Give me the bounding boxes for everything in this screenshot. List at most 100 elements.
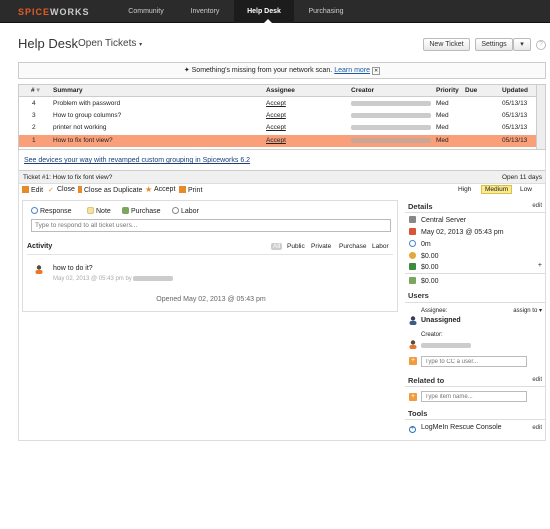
accept-link[interactable]: Accept: [266, 122, 286, 134]
panel-border: [18, 150, 19, 440]
duplicate-icon: [78, 186, 82, 193]
divider: [27, 254, 393, 255]
user-avatar-icon: [409, 316, 417, 327]
chevron-down-icon: ▾: [139, 42, 143, 48]
column-summary[interactable]: Summary: [53, 85, 83, 97]
tag-icon: [409, 263, 416, 270]
opened-date: Opened May 02, 2013 @ 05:43 pm: [156, 296, 266, 303]
tag-icon: [122, 207, 129, 214]
creator-redacted: [351, 110, 431, 122]
response-input[interactable]: [31, 219, 391, 232]
accept-action[interactable]: ★ Accept: [145, 186, 175, 194]
column-updated[interactable]: Updated: [502, 85, 528, 97]
ticket-view-dropdown[interactable]: Open Tickets ▾: [78, 38, 142, 49]
column-due[interactable]: Due: [465, 85, 477, 97]
tools-title: Tools: [408, 409, 428, 418]
ticket-actions-bar: Edit ✓ Close Close as Duplicate ★ Accept P…: [18, 184, 546, 197]
filter-private[interactable]: Private: [311, 243, 331, 250]
creator-redacted: [351, 122, 431, 134]
ticket-open-duration: Open 11 days: [502, 174, 542, 181]
close-duplicate-action[interactable]: Close as Duplicate: [78, 186, 142, 194]
tab-note[interactable]: Note: [87, 207, 111, 215]
nav-community[interactable]: Community: [116, 0, 176, 23]
detail-total-cost[interactable]: $0.00: [409, 277, 439, 285]
print-action[interactable]: Print: [179, 186, 202, 194]
assignee-value[interactable]: Unassigned: [421, 317, 461, 324]
money-icon: [409, 277, 416, 284]
user-avatar-icon: [35, 265, 43, 274]
nav-purchasing[interactable]: Purchasing: [296, 0, 356, 23]
detail-cost[interactable]: $0.00: [409, 252, 439, 260]
detail-due-date[interactable]: May 02, 2013 @ 05:43 pm: [409, 228, 504, 236]
author-redacted: [133, 276, 174, 281]
tab-response[interactable]: Response: [31, 207, 72, 215]
column-creator[interactable]: Creator: [351, 85, 374, 97]
priority-low[interactable]: Low: [520, 186, 532, 193]
creator-redacted: [351, 135, 431, 147]
divider: [405, 419, 546, 420]
speech-bubble-icon: [31, 207, 38, 214]
edit-action[interactable]: Edit: [22, 186, 43, 194]
creator-redacted: [351, 98, 431, 110]
column-priority[interactable]: Priority: [436, 85, 459, 97]
accept-link[interactable]: Accept: [266, 135, 286, 147]
tab-labor[interactable]: Labor: [172, 207, 199, 215]
calendar-icon: [409, 228, 416, 235]
tools-edit-link[interactable]: edit: [532, 425, 542, 431]
close-action[interactable]: ✓ Close: [48, 186, 75, 194]
sort-icon: ▾: [36, 87, 40, 94]
checkmark-icon: ✓: [48, 187, 54, 194]
table-scrollbar[interactable]: [536, 85, 545, 149]
table-row[interactable]: 4 Problem with password Accept Med 05/13…: [19, 98, 537, 110]
spiceworks-logo[interactable]: SPICEWORKS: [18, 7, 90, 17]
details-title: Details: [408, 202, 433, 211]
tab-purchase[interactable]: Purchase: [122, 207, 161, 215]
filter-labor[interactable]: Labor: [372, 243, 389, 250]
add-related-icon[interactable]: +: [409, 393, 417, 401]
close-icon[interactable]: ✕: [371, 67, 381, 75]
page-title: Help Desk: [18, 36, 78, 51]
settings-button[interactable]: Settings: [475, 38, 513, 51]
priority-high[interactable]: High: [458, 186, 471, 193]
column-num[interactable]: # ▾: [31, 85, 40, 97]
creator-redacted: [421, 342, 471, 349]
accept-link[interactable]: Accept: [266, 98, 286, 110]
detail-time[interactable]: 0m: [409, 240, 431, 248]
nav-inventory[interactable]: Inventory: [178, 0, 232, 23]
related-item-input[interactable]: [421, 391, 527, 402]
chevron-down-icon: ▾: [538, 308, 542, 314]
table-row-selected[interactable]: 1 How to fix font view? Accept Med 05/13…: [19, 135, 537, 147]
assign-to-dropdown[interactable]: assign to ▾: [513, 307, 542, 314]
user-avatar-icon: [409, 340, 417, 351]
filter-purchase[interactable]: Purchase: [339, 243, 366, 250]
help-icon[interactable]: ?: [536, 40, 546, 50]
printer-icon: [179, 186, 186, 193]
note-icon: [87, 207, 94, 214]
details-edit-link[interactable]: edit: [532, 203, 542, 209]
filter-public[interactable]: Public: [287, 243, 305, 250]
devices-promo-link[interactable]: See devices your way with revamped custo…: [24, 157, 250, 164]
table-row[interactable]: 3 How to group columns? Accept Med 05/13…: [19, 110, 537, 122]
learn-more-link[interactable]: Learn more: [334, 67, 370, 74]
settings-dropdown-button[interactable]: ▾: [513, 38, 531, 51]
related-title: Related to: [408, 376, 445, 385]
cc-user-input[interactable]: [421, 356, 527, 367]
table-row[interactable]: 2 printer not working Accept Med 05/13/1…: [19, 122, 537, 134]
plus-circle-icon: +: [409, 426, 416, 433]
ticket-table: # ▾ Summary Assignee Creator Priority Du…: [18, 84, 546, 150]
network-scan-notice: ✦ Something's missing from your network …: [18, 62, 546, 79]
new-ticket-button[interactable]: New Ticket: [423, 38, 470, 51]
logmein-rescue-link[interactable]: + LogMeIn Rescue Console: [409, 424, 502, 433]
column-assignee[interactable]: Assignee: [266, 85, 295, 97]
filter-all[interactable]: All: [271, 243, 283, 250]
server-icon: [409, 216, 416, 223]
add-cc-icon[interactable]: +: [409, 357, 417, 365]
detail-purchase-cost[interactable]: $0.00: [409, 263, 439, 271]
accept-link[interactable]: Accept: [266, 110, 286, 122]
expand-icon[interactable]: +: [538, 262, 542, 269]
activity-title: Activity: [27, 243, 53, 250]
related-edit-link[interactable]: edit: [532, 377, 542, 383]
detail-category[interactable]: Central Server: [409, 216, 466, 224]
priority-medium[interactable]: Medium: [481, 185, 513, 194]
comment-meta: May 02, 2013 @ 05:43 pm by: [53, 276, 174, 282]
